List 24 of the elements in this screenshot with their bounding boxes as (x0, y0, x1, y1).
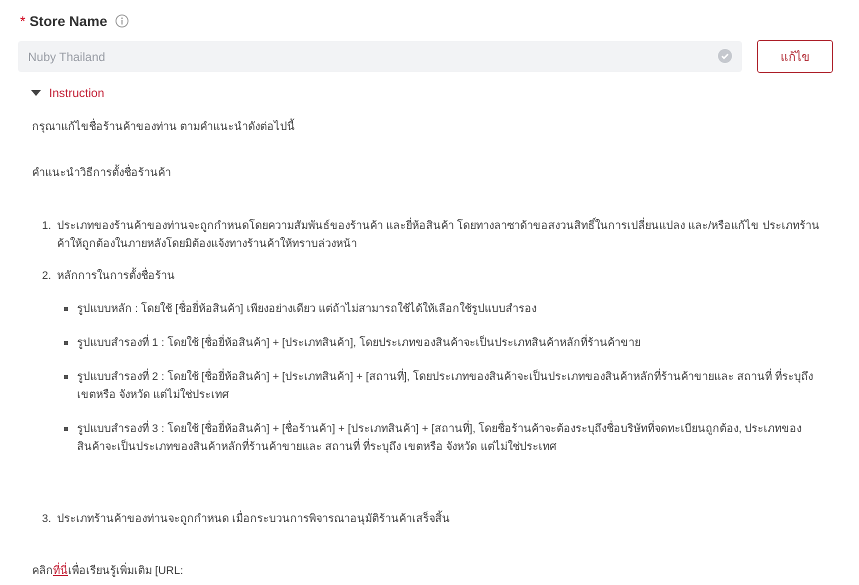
step-text: หลักการในการตั้งชื่อร้าน (57, 267, 175, 285)
edit-button[interactable]: แก้ไข (757, 40, 833, 73)
bullet-icon (64, 341, 68, 345)
bullet-icon (64, 375, 68, 379)
field-label: Store Name (29, 12, 108, 30)
step-text: ประเภทร้านค้าของท่านจะถูกกำหนด เมื่อกระบวนการพิจารณาอนุมัติร้านค้าเสร็จสิ้น (57, 510, 450, 528)
step-number: 2. (42, 269, 52, 284)
caret-icon (31, 90, 41, 96)
info-icon (115, 14, 130, 28)
bullet-icon (64, 427, 68, 431)
bullet-text: รูปแบบสำรองที่ 1 : โดยใช้ [ชื่อยี่ห้อสินค้า] + [ประเภทสินค้า], โดยประเภทของสินค้าจะเป็นประเภทสินค้าหลักที่ร้านค้าขาย (77, 334, 640, 352)
guide-heading: คำแนะนำวิธีการตั้งชื่อร้านค้า (32, 164, 835, 182)
required-mark: * (20, 12, 26, 30)
learn-more-text: คลิกที่นี่เพื่อเรียนรู้เพิ่มเติม [URL: (32, 562, 835, 580)
intro-text: กรุณาแก้ไขชื่อร้านค้าของท่าน ตามคำแนะนำดังต่อไปนี้ (32, 118, 835, 136)
step-text: ประเภทของร้านค้าของท่านจะถูกกำหนดโดยความสัมพันธ์ของร้านค้า และยี่ห้อสินค้า โดยทางลาซาด้าขอสงวนสิทธิ์ในการเปลี่ยนแปลง และ/หรือแก้ไข ประเภทร้านค้าให้ถูกต้องในภายหลังโดยมิต้องแจ้งทางร้านค้าให้ทราบล่วงหน้า (57, 217, 827, 253)
bullet-text: รูปแบบหลัก : โดยใช้ [ชื่อยี่ห้อสินค้า] เพียงอย่างเดียว แต่ถ้าไม่สามารถใช้ได้ให้เลือกใช้รูปแบบสำรอง (77, 300, 536, 318)
step-number: 1. (42, 219, 52, 234)
step-number: 3. (42, 512, 52, 527)
bullet-text: รูปแบบสำรองที่ 3 : โดยใช้ [ชื่อยี่ห้อสินค้า] + [ชื่อร้านค้า] + [ประเภทสินค้า] + [สถานที่], โดยชื่อร้านค้าจะต้องระบุถึงชื่อบริษัทที่จดทะเบียนถูกต้อง, ประเภทของสินค้าจะเป็นประเภทของสินค้าหลักที่ร้านค้าขายและ สถานที่ ที่ระบุถึง เขตหรือ จังหวัด แต่ไม่ใช่ประเทศ (77, 420, 817, 456)
bullet-text: รูปแบบสำรองที่ 2 : โดยใช้ [ชื่อยี่ห้อสินค้า] + [ประเภทสินค้า] + [สถานที่], โดยประเภทของสินค้าจะเป็นประเภทของสินค้าหลักที่ร้านค้าขายและ สถานที่ ที่ระบุถึง เขตหรือ จังหวัด แต่ไม่ใช่ประเทศ (77, 368, 817, 404)
here-link[interactable]: ที่นี่ (53, 565, 68, 577)
instruction-toggle[interactable]: Instruction (31, 84, 104, 102)
bullet-icon (64, 307, 68, 311)
